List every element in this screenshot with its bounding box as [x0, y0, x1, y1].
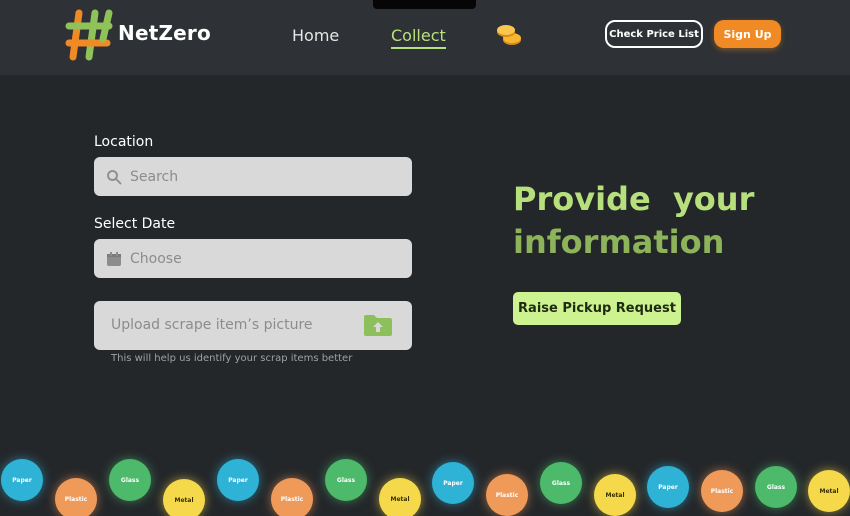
calendar-icon	[107, 251, 121, 266]
paper-bubble: Paper	[647, 466, 689, 508]
hero-title: Provide your information	[513, 178, 813, 264]
sign-up-button[interactable]: Sign Up	[714, 20, 781, 48]
hashtag-logo-icon[interactable]	[65, 9, 113, 61]
location-placeholder: Search	[130, 168, 179, 185]
paper-bubble: Paper	[432, 462, 474, 504]
date-picker-input[interactable]: Choose	[94, 239, 412, 278]
glass-bubble: Glass	[755, 466, 797, 508]
nav-home-link[interactable]: Home	[292, 26, 339, 45]
upload-hint-text: This will help us identify your scrap it…	[111, 353, 353, 364]
nav-collect-link[interactable]: Collect	[391, 26, 446, 49]
upload-placeholder: Upload scrape item’s picture	[111, 317, 313, 333]
raise-pickup-request-button[interactable]: Raise Pickup Request	[513, 292, 681, 325]
search-icon	[107, 169, 122, 184]
glass-bubble: Glass	[540, 462, 582, 504]
date-placeholder: Choose	[130, 250, 182, 267]
plastic-bubble: Plastic	[701, 470, 743, 512]
folder-upload-icon[interactable]	[363, 313, 393, 337]
paper-bubble: Paper	[1, 459, 43, 501]
metal-bubble: Metal	[379, 478, 421, 516]
glass-bubble: Glass	[325, 459, 367, 501]
brand-name[interactable]: NetZero	[118, 21, 211, 45]
metal-bubble: Metal	[808, 470, 850, 512]
check-price-list-button[interactable]: Check Price List	[605, 20, 703, 48]
camera-notch	[373, 0, 476, 9]
coins-icon[interactable]	[494, 20, 524, 50]
hero-title-line1: Provide your	[513, 180, 755, 218]
glass-bubble: Glass	[109, 459, 151, 501]
plastic-bubble: Plastic	[55, 478, 97, 516]
metal-bubble: Metal	[163, 479, 205, 516]
select-date-label: Select Date	[94, 216, 176, 232]
paper-bubble: Paper	[217, 459, 259, 501]
hero-title-line2: information	[513, 223, 725, 261]
location-label: Location	[94, 134, 154, 150]
location-search-input[interactable]: Search	[94, 157, 412, 196]
plastic-bubble: Plastic	[271, 478, 313, 516]
plastic-bubble: Plastic	[486, 474, 528, 516]
metal-bubble: Metal	[594, 474, 636, 516]
